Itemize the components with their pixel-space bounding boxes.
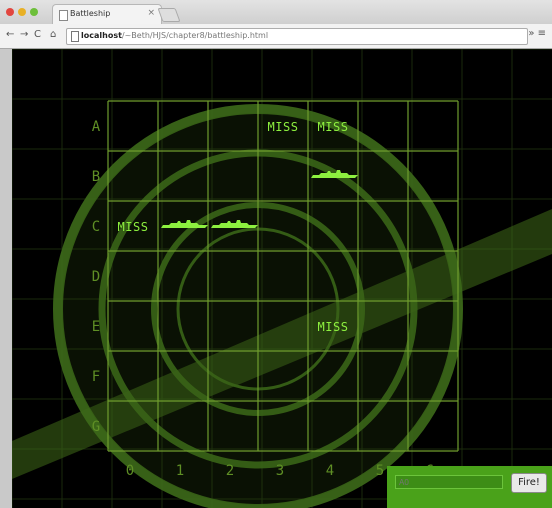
- browser-tab[interactable]: Battleship ×: [52, 4, 162, 25]
- row-label: E: [92, 319, 100, 335]
- forward-icon[interactable]: →: [20, 29, 28, 40]
- miss-marker: MISS: [318, 320, 349, 334]
- column-label: 0: [126, 463, 134, 479]
- back-icon[interactable]: ←: [6, 29, 14, 40]
- radar-board: ABCDEFG0123456MISSMISSMISSMISS: [12, 49, 552, 508]
- tab-title: Battleship: [70, 9, 111, 18]
- row-label: C: [92, 219, 100, 235]
- home-icon[interactable]: ⌂: [50, 29, 56, 40]
- column-label: 4: [326, 463, 334, 479]
- browser-toolbar: ← → C ⌂ localhost/~Beth/HJS/chapter8/bat…: [0, 24, 552, 49]
- row-label: D: [92, 269, 100, 285]
- column-label: 3: [276, 463, 284, 479]
- row-label: G: [92, 419, 100, 435]
- url-path: /~Beth/HJS/chapter8/battleship.html: [121, 31, 269, 40]
- miss-marker: MISS: [268, 120, 299, 134]
- guess-input[interactable]: [395, 475, 503, 489]
- zoom-window-icon[interactable]: [30, 8, 38, 16]
- document-icon: [71, 31, 79, 42]
- browser-tab-strip: Battleship ×: [0, 0, 552, 25]
- fire-button[interactable]: Fire!: [511, 473, 547, 493]
- address-bar[interactable]: localhost/~Beth/HJS/chapter8/battleship.…: [66, 28, 528, 45]
- miss-marker: MISS: [318, 120, 349, 134]
- column-label: 5: [376, 463, 384, 479]
- url-host: localhost: [81, 31, 122, 40]
- game-board: ABCDEFG0123456MISSMISSMISSMISS: [12, 49, 552, 508]
- close-window-icon[interactable]: [6, 8, 14, 16]
- tab-close-icon[interactable]: ×: [147, 8, 155, 18]
- reload-icon[interactable]: C: [34, 29, 41, 40]
- menu-icon[interactable]: » ≡: [528, 28, 546, 39]
- miss-marker: MISS: [118, 220, 149, 234]
- row-label: B: [92, 169, 100, 185]
- fire-form: Fire!: [387, 466, 552, 508]
- page-icon: [59, 10, 68, 21]
- minimize-window-icon[interactable]: [18, 8, 26, 16]
- new-tab-button[interactable]: [157, 8, 181, 22]
- url-text: localhost/~Beth/HJS/chapter8/battleship.…: [81, 31, 268, 40]
- row-label: F: [92, 369, 100, 385]
- column-label: 1: [176, 463, 184, 479]
- row-label: A: [92, 119, 101, 135]
- column-label: 2: [226, 463, 234, 479]
